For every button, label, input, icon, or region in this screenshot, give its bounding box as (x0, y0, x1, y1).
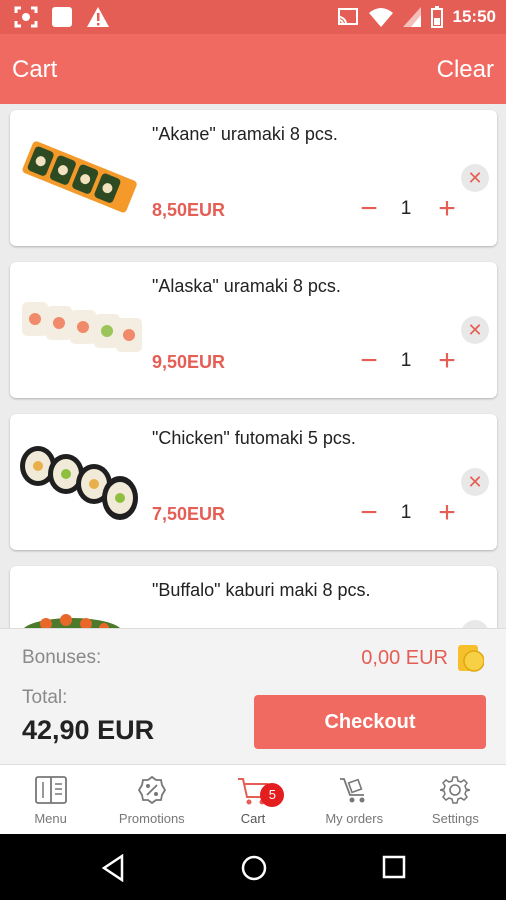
nav-item-my-orders[interactable]: My orders (304, 765, 405, 834)
back-icon[interactable] (100, 854, 126, 882)
page-title: Cart (12, 56, 58, 83)
product-name: "Alaska" uramaki 8 pcs. (152, 276, 341, 296)
cart-item: "Chicken" futomaki 5 pcs. 7,50EUR − 1 + … (10, 414, 497, 550)
cast-icon (337, 8, 358, 25)
quantity-value: 1 (400, 198, 412, 219)
clear-button[interactable]: Clear (437, 56, 494, 84)
total-label: Total: (22, 687, 68, 708)
home-icon[interactable] (240, 854, 268, 882)
bonuses-value: 0,00 EUR (361, 647, 448, 669)
nav-item-cart[interactable]: 5 Cart (202, 765, 303, 834)
cart-item: "Alaska" uramaki 8 pcs. 9,50EUR − 1 + ✕ (10, 262, 497, 398)
recents-icon[interactable] (382, 855, 406, 879)
battery-icon (430, 6, 443, 28)
increase-quantity-button[interactable]: + (432, 194, 462, 224)
wifi-icon (368, 8, 393, 27)
quantity-value: 1 (400, 502, 412, 523)
remove-item-button[interactable]: ✕ (461, 316, 489, 344)
cart-item: "Akane" uramaki 8 pcs. 8,50EUR − 1 + ✕ (10, 110, 497, 246)
quantity-value: 1 (400, 350, 412, 371)
nav-item-settings[interactable]: Settings (405, 765, 506, 834)
increase-quantity-button[interactable]: + (432, 498, 462, 528)
nav-label: Menu (34, 811, 67, 826)
gear-icon (440, 776, 471, 804)
product-image (22, 302, 142, 352)
product-price: 9,50EUR (152, 352, 226, 372)
product-image (24, 614, 120, 628)
nav-item-promotions[interactable]: Promotions (101, 765, 202, 834)
coin-icon (458, 645, 484, 672)
status-bar: 15:50 (0, 0, 506, 34)
menu-book-icon (34, 776, 67, 804)
remove-item-button[interactable]: ✕ (461, 164, 489, 192)
system-nav-bar (0, 834, 506, 900)
notification-icon (52, 7, 72, 27)
nav-label: Promotions (118, 811, 185, 826)
cart-count-badge: 5 (260, 783, 285, 807)
remove-item-button[interactable]: ✕ (461, 468, 489, 496)
signal-icon (402, 7, 421, 27)
app-bar: Cart Clear (0, 34, 506, 104)
order-summary: Bonuses: 0,00 EUR Total: 42,90 EUR Check… (0, 628, 506, 764)
cart-list[interactable]: "Akane" uramaki 8 pcs. 8,50EUR − 1 + ✕ "… (0, 104, 506, 628)
bonuses-label: Bonuses: (22, 647, 102, 668)
increase-quantity-button[interactable]: + (432, 346, 462, 376)
screenshot-icon (14, 6, 38, 28)
decrease-quantity-button[interactable]: − (354, 498, 384, 528)
decrease-quantity-button[interactable]: − (354, 346, 384, 376)
checkout-button[interactable]: Checkout (254, 695, 486, 749)
product-name: "Chicken" futomaki 5 pcs. (152, 428, 356, 448)
percent-badge-icon (137, 775, 166, 805)
orders-cart-icon (340, 778, 365, 803)
cart-item: "Buffalo" kaburi maki 8 pcs. ✕ (10, 566, 497, 628)
status-time: 15:50 (452, 7, 496, 26)
nav-label: Settings (431, 811, 479, 826)
warning-icon (87, 7, 109, 27)
total-value: 42,90 EUR (22, 715, 155, 745)
bottom-nav: Menu Promotions 5 Cart My orders Setting… (0, 764, 506, 834)
nav-label: My orders (325, 811, 384, 826)
nav-label: Cart (240, 811, 266, 826)
product-image (20, 446, 138, 520)
product-name: "Akane" uramaki 8 pcs. (152, 124, 338, 144)
product-price: 8,50EUR (152, 200, 226, 220)
product-name: "Buffalo" kaburi maki 8 pcs. (152, 580, 371, 600)
decrease-quantity-button[interactable]: − (354, 194, 384, 224)
product-image (22, 141, 137, 213)
remove-item-button[interactable]: ✕ (461, 620, 489, 628)
nav-item-menu[interactable]: Menu (0, 765, 101, 834)
product-price: 7,50EUR (152, 504, 226, 524)
